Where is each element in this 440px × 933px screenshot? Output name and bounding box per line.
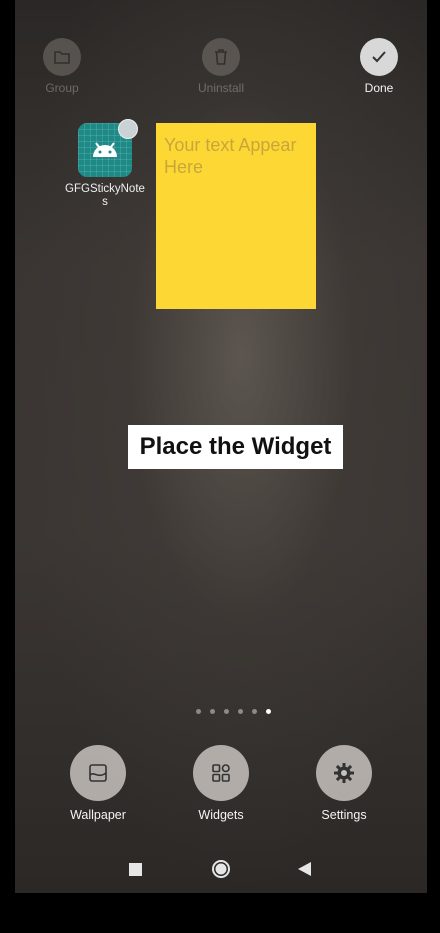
widget-text: Your text Appear Here xyxy=(164,135,297,177)
trash-icon xyxy=(215,49,227,65)
wallpaper-icon xyxy=(89,764,107,782)
settings-label: Settings xyxy=(321,808,367,822)
check-icon xyxy=(372,51,386,63)
gear-icon xyxy=(334,763,354,783)
group-label: Group xyxy=(45,81,79,95)
caption-text: Place the Widget xyxy=(139,433,332,460)
done-action[interactable]: Done xyxy=(339,38,419,95)
app-name: GFGStickyNotes xyxy=(65,183,145,208)
sticky-note-widget[interactable]: Your text Appear Here xyxy=(156,123,316,309)
uninstall-label: Uninstall xyxy=(197,81,245,95)
widgets-button[interactable] xyxy=(193,745,249,801)
page-dot-active[interactable] xyxy=(266,709,271,714)
square-icon[interactable] xyxy=(129,863,142,876)
wallpaper-button[interactable] xyxy=(70,745,126,801)
group-button[interactable] xyxy=(43,38,81,76)
bottom-bezel xyxy=(0,893,440,933)
app-shortcut[interactable]: GFGStickyNotes xyxy=(65,119,145,209)
page-dot[interactable] xyxy=(252,709,257,714)
done-label: Done xyxy=(364,81,394,95)
page-dot[interactable] xyxy=(238,709,243,714)
page-dot[interactable] xyxy=(210,709,215,714)
done-button[interactable] xyxy=(360,38,398,76)
group-action[interactable]: Group xyxy=(22,38,102,95)
page-dot[interactable] xyxy=(196,709,201,714)
app-icon-tile[interactable] xyxy=(78,119,138,177)
folder-icon xyxy=(54,51,70,64)
home-screen-edit-mode: Group Uninstall Done GFGStickyNotes Your… xyxy=(15,0,427,893)
circle-icon[interactable] xyxy=(211,859,231,879)
page-dot[interactable] xyxy=(224,709,229,714)
wallpaper-action[interactable]: Wallpaper xyxy=(48,745,148,822)
widgets-action[interactable]: Widgets xyxy=(171,745,271,822)
settings-action[interactable]: Settings xyxy=(294,745,394,822)
uninstall-action[interactable]: Uninstall xyxy=(181,38,261,95)
navigation-bar xyxy=(0,855,440,883)
widgets-icon xyxy=(212,764,230,782)
remove-badge[interactable] xyxy=(118,119,138,139)
wallpaper-label: Wallpaper xyxy=(70,808,126,822)
uninstall-button[interactable] xyxy=(202,38,240,76)
settings-button[interactable] xyxy=(316,745,372,801)
page-indicator[interactable] xyxy=(196,709,271,714)
triangle-back-icon[interactable] xyxy=(298,862,311,876)
instruction-caption: Place the Widget xyxy=(128,425,343,469)
widgets-label: Widgets xyxy=(198,808,244,822)
